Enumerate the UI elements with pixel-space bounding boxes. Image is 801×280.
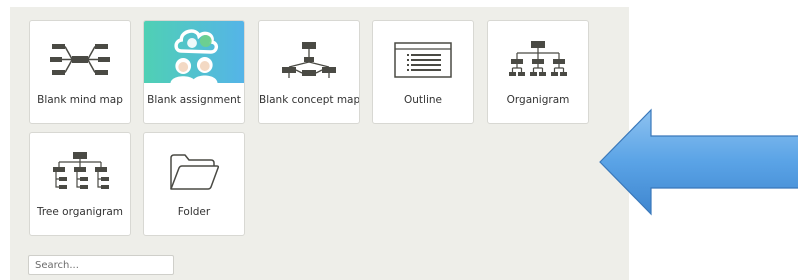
template-label: Organigram [506,94,570,106]
organigram-icon [488,35,588,85]
search-input[interactable] [28,255,174,275]
template-label: Outline [404,94,442,106]
template-card-blank-assignment[interactable]: Blank assignment [143,20,245,124]
mind-map-icon [30,35,130,85]
template-label: Blank mind map [37,94,123,106]
template-card-outline[interactable]: Outline [372,20,474,124]
template-label: Tree organigram [36,206,124,218]
assignment-thumbnail [144,21,244,83]
template-card-folder[interactable]: Folder [143,132,245,236]
left-arrow-annotation [599,108,798,216]
tree-organigram-icon [30,147,130,197]
concept-map-icon [259,35,359,85]
folder-icon [144,147,244,197]
template-card-tree-organigram[interactable]: Tree organigram [29,132,131,236]
template-label: Blank concept map [259,94,360,106]
template-card-blank-mind-map[interactable]: Blank mind map [29,20,131,124]
template-label: Blank assignment [147,94,241,106]
template-label: Folder [177,206,211,218]
template-card-organigram[interactable]: Organigram [487,20,589,124]
template-card-blank-concept-map[interactable]: Blank concept map [258,20,360,124]
outline-icon [373,35,473,85]
